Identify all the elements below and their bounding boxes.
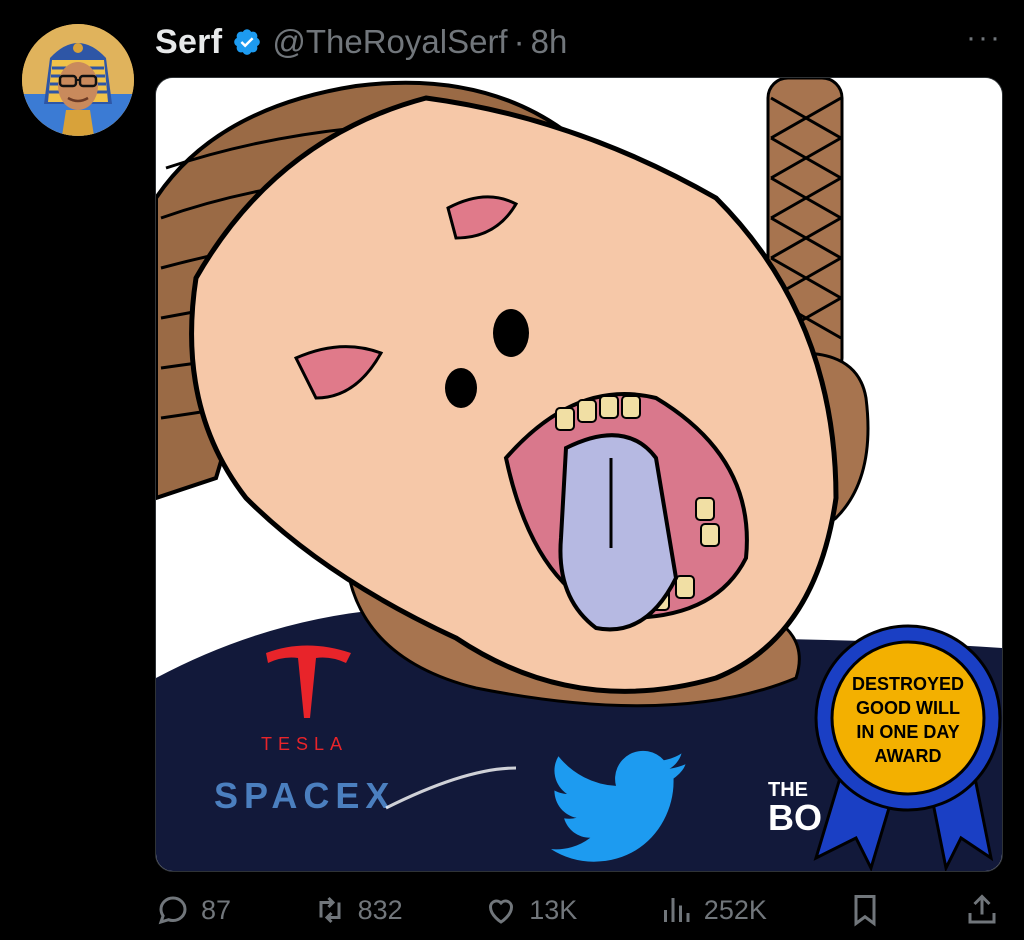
tweet-header: Serf @TheRoyalSerf · 8h [155, 20, 567, 64]
pharaoh-avatar [22, 24, 134, 136]
reply-icon [158, 896, 187, 925]
views-count: 252K [703, 894, 767, 925]
heart-icon [489, 899, 514, 924]
spacex-logo-text: SPACEX [214, 775, 395, 816]
views-button[interactable]: 252K [658, 892, 767, 928]
award-line-4: AWARD [875, 746, 942, 766]
award-line-2: GOOD WILL [856, 698, 960, 718]
share-button[interactable] [964, 892, 1000, 928]
more-dots-icon[interactable]: ··· [966, 23, 1002, 53]
bookmark-icon [854, 895, 876, 927]
tweet-media-image[interactable]: TESLA SPACEX THE BO DESTROYED GOOD WILL … [155, 77, 1003, 872]
views-bars-icon [663, 898, 690, 922]
meme-illustration: TESLA SPACEX THE BO DESTROYED GOOD WILL … [156, 78, 1002, 871]
reply-count: 87 [201, 894, 232, 925]
retweet-count: 832 [357, 894, 403, 925]
like-button[interactable]: 13K [483, 892, 577, 928]
like-count: 13K [529, 894, 578, 925]
bookmark-button[interactable] [847, 892, 883, 928]
avatar[interactable] [22, 24, 134, 136]
award-line-3: IN ONE DAY [856, 722, 959, 742]
award-line-1: DESTROYED [852, 674, 964, 694]
reply-button[interactable]: 87 [155, 892, 231, 928]
timestamp[interactable]: 8h [531, 23, 568, 61]
retweet-button[interactable]: 832 [312, 892, 403, 928]
tweet-actions: 87 832 13K 252K [155, 888, 1000, 932]
handle[interactable]: @TheRoyalSerf [272, 23, 507, 61]
svg-text:BO: BO [768, 797, 822, 838]
verified-badge-icon[interactable] [232, 27, 262, 57]
tesla-logo-text: TESLA [261, 734, 348, 754]
share-icon [968, 894, 996, 924]
separator-dot: · [513, 23, 525, 60]
display-name[interactable]: Serf [155, 23, 222, 62]
retweet-icon [319, 896, 341, 924]
